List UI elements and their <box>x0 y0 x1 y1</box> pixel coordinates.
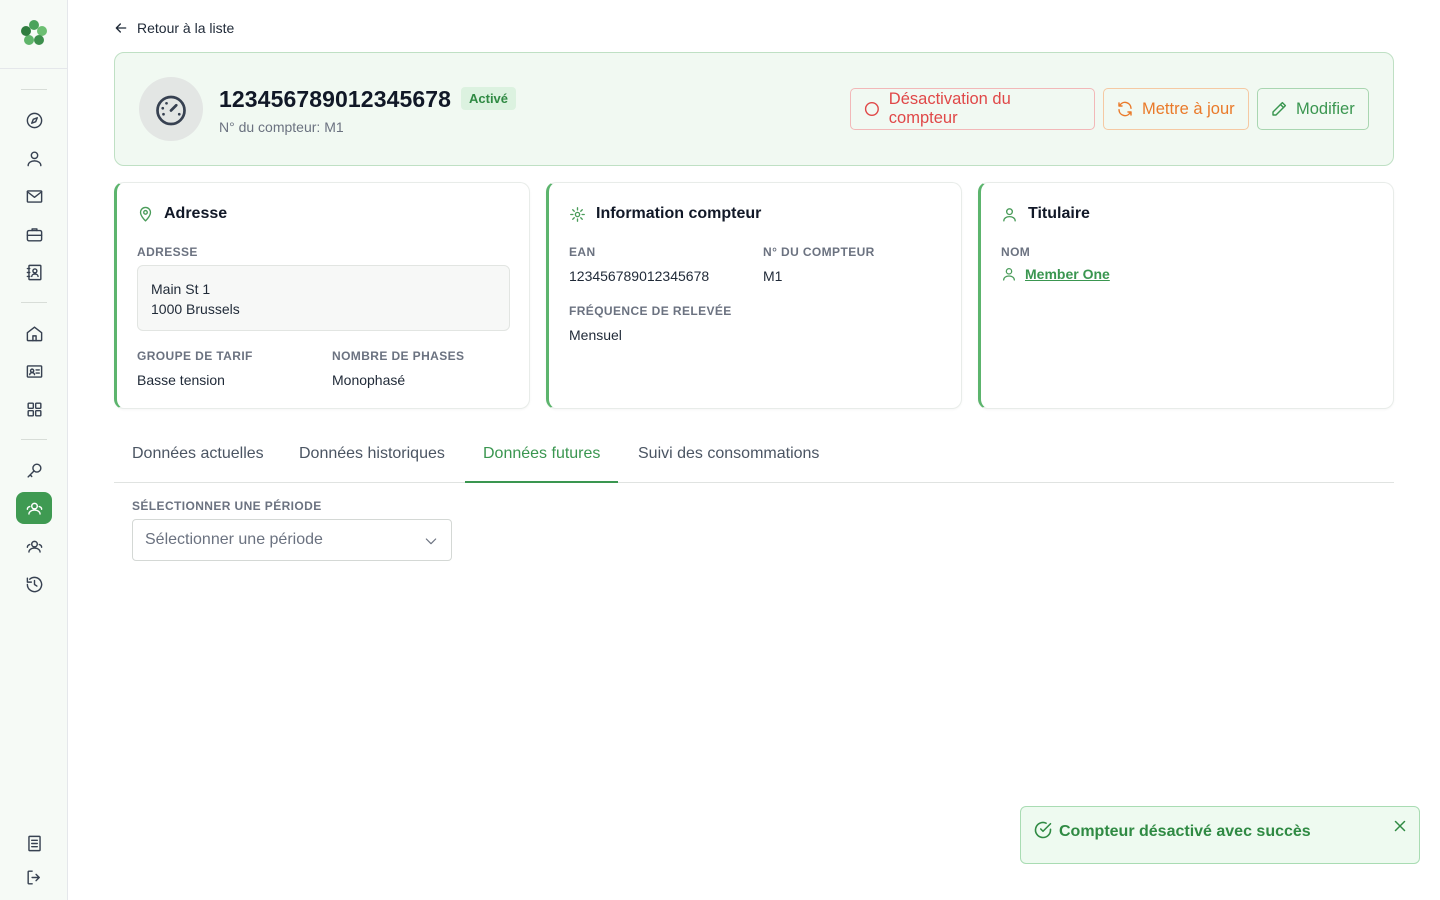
map-pin-icon <box>139 206 152 222</box>
reading-frequency-label: FRÉQUENCE DE RELEVÉE <box>569 304 732 318</box>
id-card-icon[interactable] <box>16 355 52 387</box>
user-icon <box>1003 268 1015 281</box>
meter-id-title: 123456789012345678 <box>219 86 452 112</box>
back-to-list-link[interactable]: Retour à la liste <box>113 20 234 36</box>
app-logo[interactable] <box>19 18 49 48</box>
holder-card: Titulaire NOM Member One <box>978 182 1394 409</box>
update-button[interactable]: Mettre à jour <box>1103 88 1249 130</box>
sidebar <box>0 0 68 900</box>
meters-users-icon[interactable] <box>16 492 52 524</box>
back-to-list-label: Retour à la liste <box>137 20 235 36</box>
meter-number-label: N° DU COMPTEUR <box>763 245 875 259</box>
gauge-icon <box>156 95 186 126</box>
gear-icon <box>570 206 585 222</box>
address-line-2: 1000 Brussels <box>151 301 240 317</box>
edit-button[interactable]: Modifier <box>1257 88 1369 130</box>
ean-value: 123456789012345678 <box>569 268 710 284</box>
pencil-icon <box>1272 101 1287 116</box>
ean-label: EAN <box>569 245 596 259</box>
holder-card-title-text: Titulaire <box>1028 205 1090 222</box>
sidebar-divider <box>21 89 47 90</box>
holder-name-value: Member One <box>1025 266 1110 282</box>
address-box: Main St 1 1000 Brussels <box>137 265 510 331</box>
tab-future-data[interactable]: Données futures <box>465 426 619 483</box>
period-select-label: SÉLECTIONNER UNE PÉRIODE <box>132 499 322 513</box>
meter-info-card-title: Information compteur <box>569 205 761 223</box>
success-toast: Compteur désactivé avec succès <box>1020 806 1420 864</box>
compass-icon[interactable] <box>16 104 52 136</box>
contact-book-icon[interactable] <box>16 256 52 288</box>
tab-current-data[interactable]: Données actuelles <box>114 426 282 482</box>
meter-avatar <box>139 77 203 141</box>
address-line-1: Main St 1 <box>151 281 211 297</box>
chevron-down-icon <box>425 538 437 545</box>
reading-frequency-value: Mensuel <box>569 327 622 343</box>
address-card-title-text: Adresse <box>164 205 228 222</box>
check-circle-icon <box>1033 820 1053 840</box>
grid-icon[interactable] <box>16 393 52 425</box>
mail-icon[interactable] <box>16 180 52 212</box>
address-card: Adresse ADRESSE Main St 1 1000 Brussels … <box>114 182 530 409</box>
holder-name-link[interactable]: Member One <box>1001 266 1110 282</box>
user-icon[interactable] <box>16 142 52 174</box>
tariff-group-label: GROUPE DE TARIF <box>137 349 253 363</box>
meter-header-card: 123456789012345678 Activé N° du compteur… <box>114 52 1394 166</box>
sidebar-divider <box>0 68 68 69</box>
phases-label: NOMBRE DE PHASES <box>332 349 465 363</box>
key-icon[interactable] <box>16 454 52 486</box>
address-label: ADRESSE <box>137 245 198 259</box>
tab-historical-data[interactable]: Données historiques <box>281 426 463 482</box>
meter-info-card: Information compteur EAN 123456789012345… <box>546 182 962 409</box>
status-badge: Activé <box>461 87 517 110</box>
sidebar-divider <box>21 302 47 303</box>
home-icon[interactable] <box>16 317 52 349</box>
period-select-placeholder: Sélectionner une période <box>145 531 323 548</box>
address-card-title: Adresse <box>137 205 227 223</box>
arrow-left-icon <box>115 23 127 33</box>
logout-icon[interactable] <box>16 861 52 893</box>
history-icon[interactable] <box>16 568 52 600</box>
briefcase-icon[interactable] <box>16 218 52 250</box>
tab-consumption-tracking[interactable]: Suivi des consommations <box>620 426 837 482</box>
deactivate-meter-button[interactable]: Désactivation du compteur <box>850 88 1095 130</box>
user-icon <box>1003 207 1016 222</box>
sidebar-divider <box>21 439 47 440</box>
tariff-group-value: Basse tension <box>137 372 225 388</box>
tab-bar: Données actuelles Données historiques Do… <box>114 426 1394 483</box>
close-icon[interactable] <box>1391 817 1409 835</box>
period-select[interactable]: Sélectionner une période <box>132 519 452 561</box>
holder-name-label: NOM <box>1001 245 1031 259</box>
edit-label: Modifier <box>1296 99 1355 118</box>
refresh-icon <box>1118 101 1132 117</box>
meter-number-value: M1 <box>763 268 783 284</box>
users-group-icon[interactable] <box>16 530 52 562</box>
deactivate-meter-label: Désactivation du compteur <box>888 90 1011 127</box>
phases-value: Monophasé <box>332 372 406 388</box>
meter-info-card-title-text: Information compteur <box>596 205 762 222</box>
meter-number-subtitle: N° du compteur: M1 <box>219 119 344 135</box>
document-icon[interactable] <box>16 827 52 859</box>
holder-card-title: Titulaire <box>1001 205 1090 223</box>
circle-icon <box>864 101 879 117</box>
toast-message: Compteur désactivé avec succès <box>1059 823 1311 840</box>
update-label: Mettre à jour <box>1142 99 1235 118</box>
